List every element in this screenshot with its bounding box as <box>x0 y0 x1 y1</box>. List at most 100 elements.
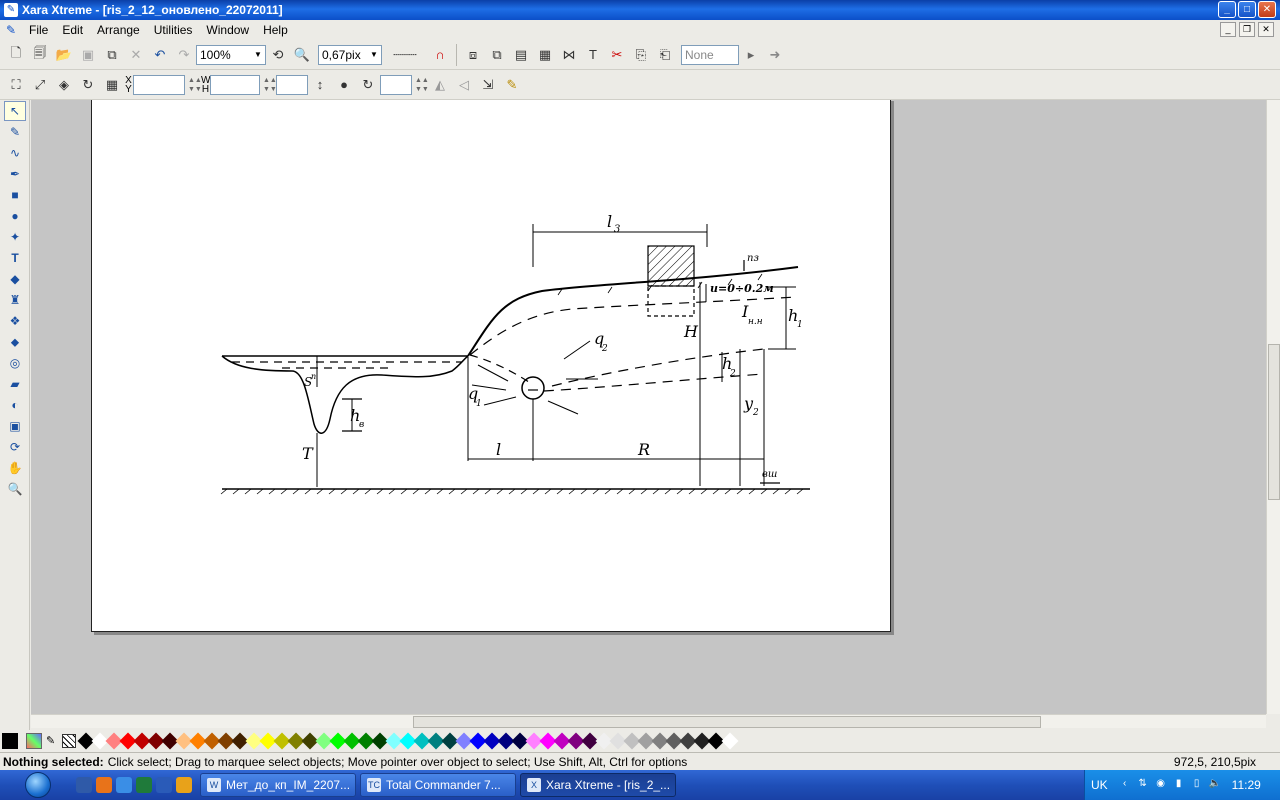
maximize-button[interactable]: □ <box>1238 1 1256 18</box>
flip-horizontal-icon[interactable]: ◭ <box>429 74 451 96</box>
vertical-scrollbar[interactable] <box>1266 100 1280 714</box>
group-icon[interactable]: ▦ <box>534 44 556 66</box>
spin-down-icon[interactable]: ▼▼ <box>415 85 429 94</box>
arrange-icon[interactable]: ⧉ <box>486 44 508 66</box>
spin-down-icon[interactable]: ▼▼ <box>263 85 277 94</box>
contour-tool-icon[interactable]: ◎ <box>4 353 26 373</box>
language-indicator[interactable]: UK <box>1091 778 1108 792</box>
new-icon[interactable]: 🗋 <box>5 44 27 66</box>
show-desktop-icon[interactable] <box>76 777 92 793</box>
line-width-combo[interactable]: 0,67pix ▼ <box>318 44 382 65</box>
ellipse-tool-icon[interactable]: ● <box>4 206 26 226</box>
spin-up-icon[interactable]: ▲▲ <box>263 76 277 85</box>
text-tool-icon[interactable]: T <box>582 44 604 66</box>
arrow-right-icon[interactable]: ➜ <box>764 44 786 66</box>
network-icon[interactable]: ⇅ <box>1136 778 1150 792</box>
task-word-doc[interactable]: W Мет_до_кп_IM_2207... <box>200 773 356 797</box>
horizontal-scrollbar[interactable] <box>31 714 1266 728</box>
import-icon[interactable]: ⧉ <box>101 44 123 66</box>
doc-minimize-button[interactable]: _ <box>1220 22 1236 37</box>
lock-aspect-icon[interactable]: ↕ <box>309 74 331 96</box>
fill-tool-icon[interactable]: ◆ <box>4 269 26 289</box>
rotate-angle-icon[interactable]: ↻ <box>357 74 379 96</box>
play-icon[interactable]: ▸ <box>740 44 762 66</box>
rotate-icon[interactable]: ↻ <box>77 74 99 96</box>
snap-magnet-icon[interactable]: ∩ <box>429 44 451 66</box>
start-button[interactable] <box>0 770 76 800</box>
media-player-icon[interactable] <box>176 777 192 793</box>
blend-tool-icon[interactable]: ❖ <box>4 311 26 331</box>
battery-icon[interactable]: ▮ <box>1172 778 1186 792</box>
push-tool-icon[interactable]: ✋ <box>4 458 26 478</box>
spin-down-icon[interactable]: ▼▼ <box>188 85 202 94</box>
bevel-tool-icon[interactable]: ▰ <box>4 374 26 394</box>
text-tool-icon[interactable]: T <box>4 248 26 268</box>
hydrogeology-diagram[interactable]: l 3 пз u=0÷0.2м I н.н h 1 H q 2 h 2 S п … <box>92 100 892 633</box>
drawing-canvas[interactable]: l 3 пз u=0÷0.2м I н.н h 1 H q 2 h 2 S п … <box>31 100 1266 714</box>
scale-lines-icon[interactable]: ⇲ <box>477 74 499 96</box>
quickshape-tool-icon[interactable]: ✦ <box>4 227 26 247</box>
grid-position-icon[interactable]: ▦ <box>101 74 123 96</box>
picker-icon[interactable]: ✎ <box>46 734 60 748</box>
zoom-combo[interactable]: 100% ▼ <box>196 44 266 65</box>
undo-icon[interactable]: ↶ <box>149 44 171 66</box>
volume-icon[interactable]: 🔈 <box>1208 778 1222 792</box>
x-y-field[interactable] <box>133 74 185 95</box>
shadow-tool-icon[interactable]: ◐ <box>4 395 26 415</box>
ie-icon[interactable] <box>116 777 132 793</box>
w-h-field[interactable] <box>210 74 260 95</box>
doc-close-button[interactable]: ✕ <box>1258 22 1274 37</box>
paste-icon[interactable]: ⎗ <box>654 44 676 66</box>
palette-swatch[interactable] <box>721 732 739 750</box>
open-icon[interactable]: 📂 <box>53 44 75 66</box>
colour-editor-icon[interactable] <box>26 733 42 749</box>
copy-icon[interactable]: ⎘ <box>630 44 652 66</box>
word-icon[interactable] <box>156 777 172 793</box>
document-icon[interactable]: ✎ <box>0 23 22 37</box>
new-template-icon[interactable]: 🗐 <box>29 44 51 66</box>
selector-mode-icon[interactable]: ◈ <box>53 74 75 96</box>
device-icon[interactable]: ▯ <box>1190 778 1204 792</box>
document-page[interactable]: l 3 пз u=0÷0.2м I н.н h 1 H q 2 h 2 S п … <box>91 100 891 632</box>
horizontal-scroll-thumb[interactable] <box>413 716 1041 728</box>
zoom-tool-icon[interactable]: 🔍 <box>291 44 313 66</box>
security-icon[interactable]: ◉ <box>1154 778 1168 792</box>
dash-pattern-icon[interactable]: ┈┈┈ <box>383 44 427 66</box>
save-icon[interactable]: ▣ <box>77 44 99 66</box>
node-icon[interactable]: ⋈ <box>558 44 580 66</box>
redo-icon[interactable]: ↷ <box>173 44 195 66</box>
spin-up-icon[interactable]: ▲▲ <box>415 76 429 85</box>
selector-tool-icon[interactable]: ↖ <box>4 101 26 121</box>
menu-help[interactable]: Help <box>256 23 295 37</box>
angle-field[interactable] <box>380 74 412 95</box>
clock[interactable]: 11:29 <box>1232 778 1261 792</box>
doc-restore-button[interactable]: ❐ <box>1239 22 1255 37</box>
vertical-scroll-thumb[interactable] <box>1268 344 1280 500</box>
tray-expand-icon[interactable]: ‹ <box>1118 778 1132 792</box>
previous-zoom-icon[interactable]: ⟲ <box>267 44 289 66</box>
menu-edit[interactable]: Edit <box>55 23 90 37</box>
freehand-tool-icon[interactable]: ✎ <box>4 122 26 142</box>
menu-utilities[interactable]: Utilities <box>147 23 200 37</box>
fill-none-combo[interactable]: None <box>681 44 739 65</box>
transparency-tool-icon[interactable]: ♜ <box>4 290 26 310</box>
spin-up-icon[interactable]: ▲▲ <box>188 76 202 85</box>
brush-icon[interactable]: ✎ <box>501 74 523 96</box>
bounds-icon[interactable]: ⛶ <box>5 74 27 96</box>
cut-icon[interactable]: ✂ <box>606 44 628 66</box>
task-xara-xtreme[interactable]: X Xara Xtreme - [ris_2_... <box>520 773 676 797</box>
minimize-button[interactable]: _ <box>1218 1 1236 18</box>
pen-tool-icon[interactable]: ✒ <box>4 164 26 184</box>
chevron-down-icon[interactable]: ▼ <box>251 46 265 64</box>
scale-field[interactable] <box>276 74 308 95</box>
firefox-icon[interactable] <box>96 777 112 793</box>
excel-icon[interactable] <box>136 777 152 793</box>
bring-front-icon[interactable]: ⧈ <box>462 44 484 66</box>
live-effects-tool-icon[interactable]: ▣ <box>4 416 26 436</box>
photo-tool-icon[interactable]: ⟳ <box>4 437 26 457</box>
zoom-tool-icon[interactable]: 🔍 <box>4 479 26 499</box>
flip-vertical-icon[interactable]: ◁ <box>453 74 475 96</box>
chevron-down-icon[interactable]: ▼ <box>367 46 381 64</box>
mould-tool-icon[interactable]: ⬥ <box>4 332 26 352</box>
rectangle-tool-icon[interactable]: ■ <box>4 185 26 205</box>
